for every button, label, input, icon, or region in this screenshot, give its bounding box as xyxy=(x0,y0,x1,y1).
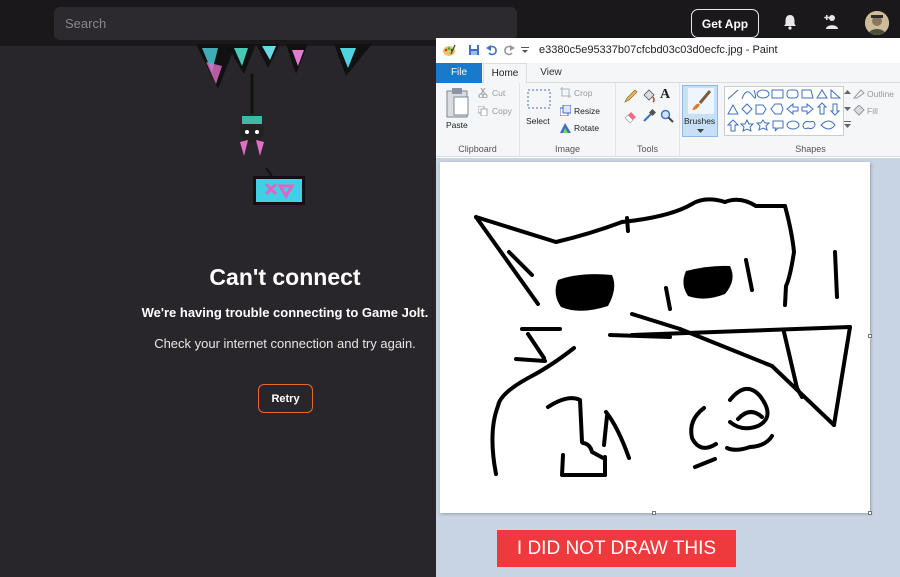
shapes-gallery[interactable] xyxy=(724,86,844,136)
rotate-label[interactable]: Rotate xyxy=(574,123,599,133)
outline-label[interactable]: Outline xyxy=(867,89,894,99)
cat-drawing xyxy=(474,197,852,477)
ribbon-tabs: File Home View xyxy=(436,63,900,84)
eraser-icon[interactable] xyxy=(624,109,638,123)
friends-icon[interactable] xyxy=(822,12,842,32)
tools-group-label: Tools xyxy=(636,144,658,154)
resize-handle-bottom[interactable] xyxy=(652,511,656,515)
fill-label[interactable]: Fill xyxy=(867,106,878,116)
brushes-button[interactable]: Brushes xyxy=(682,85,718,137)
paste-icon xyxy=(446,88,469,118)
tab-file[interactable]: File xyxy=(436,63,482,83)
brushes-label: Brushes xyxy=(684,116,716,126)
clipboard-group-label: Clipboard xyxy=(458,144,497,154)
color-picker-icon[interactable] xyxy=(642,109,656,123)
fill-bucket-icon[interactable] xyxy=(642,89,656,103)
ribbon: Paste Cut Copy Clipboard Select Crop Res… xyxy=(436,83,900,157)
user-avatar[interactable] xyxy=(865,11,889,35)
window-title: e3380c5e95337b07cfcbd03c03d0ecfc.jpg - P… xyxy=(539,44,778,56)
error-subtitle: We're having trouble connecting to Game … xyxy=(141,305,429,320)
bell-icon[interactable] xyxy=(780,12,800,32)
search-input[interactable] xyxy=(54,7,517,40)
search-box[interactable] xyxy=(54,7,517,40)
tab-home[interactable]: Home xyxy=(483,63,527,84)
paste-label: Paste xyxy=(446,120,468,130)
brush-icon xyxy=(688,88,714,114)
shapes-group: Outline Fill Shapes xyxy=(721,83,900,157)
paste-button[interactable]: Paste xyxy=(442,85,472,137)
crop-label[interactable]: Crop xyxy=(574,88,592,98)
crop-icon[interactable] xyxy=(560,87,571,98)
clipboard-group: Paste Cut Copy Clipboard xyxy=(436,83,520,157)
drawing-canvas[interactable] xyxy=(440,162,870,513)
tab-view[interactable]: View xyxy=(531,63,571,83)
caption-banner: I DID NOT DRAW THIS xyxy=(497,530,736,567)
save-icon[interactable] xyxy=(468,44,480,56)
retry-button[interactable]: Retry xyxy=(258,384,313,413)
select-icon xyxy=(527,89,551,109)
redo-icon[interactable] xyxy=(503,44,515,56)
image-group-label: Image xyxy=(554,144,580,154)
paint-title-bar: e3380c5e95337b07cfcbd03c03d0ecfc.jpg - P… xyxy=(436,38,900,63)
resize-icon[interactable] xyxy=(560,105,571,116)
cut-icon[interactable] xyxy=(478,88,488,98)
copy-icon[interactable] xyxy=(478,106,488,116)
paint-app-icon xyxy=(443,44,456,56)
rotate-icon[interactable] xyxy=(560,122,571,133)
offline-illustration xyxy=(196,44,376,214)
select-label: Select xyxy=(526,116,550,126)
error-title: Can't connect xyxy=(209,264,361,290)
quick-access-dropdown-icon[interactable] xyxy=(521,47,529,54)
brushes-dropdown-icon xyxy=(697,129,704,133)
select-button[interactable]: Select xyxy=(526,87,554,137)
resize-handle-corner[interactable] xyxy=(868,511,872,515)
resize-handle-right[interactable] xyxy=(868,334,872,338)
tools-group: A Tools xyxy=(616,83,680,157)
copy-label[interactable]: Copy xyxy=(492,106,512,116)
undo-icon[interactable] xyxy=(486,44,498,56)
magnifier-icon[interactable] xyxy=(660,109,674,123)
outline-icon[interactable] xyxy=(853,88,865,99)
image-group: Select Crop Resize Rotate Image xyxy=(520,83,616,157)
resize-label[interactable]: Resize xyxy=(574,106,600,116)
text-tool-icon[interactable]: A xyxy=(660,87,670,103)
shapes-icons xyxy=(726,88,842,132)
canvas-area xyxy=(436,158,900,577)
fill-icon[interactable] xyxy=(853,105,865,116)
paint-window: e3380c5e95337b07cfcbd03c03d0ecfc.jpg - P… xyxy=(436,38,900,577)
pencil-icon[interactable] xyxy=(624,89,638,103)
shapes-group-label: Shapes xyxy=(795,144,826,154)
error-hint: Check your internet connection and try a… xyxy=(154,336,416,351)
cut-label[interactable]: Cut xyxy=(492,88,505,98)
shapes-scroll-icon[interactable] xyxy=(844,89,851,129)
get-app-button[interactable]: Get App xyxy=(691,9,759,38)
